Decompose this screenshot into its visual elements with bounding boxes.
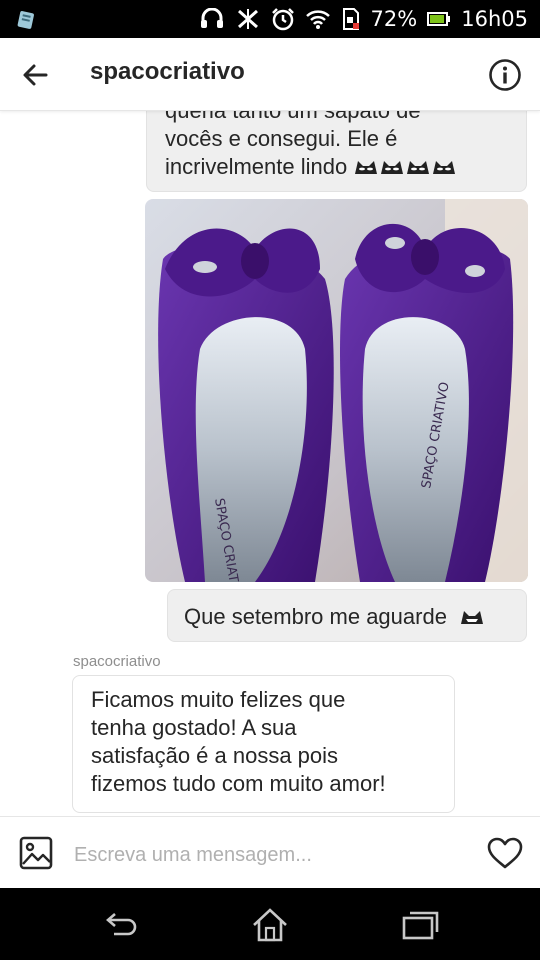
battery-icon <box>427 12 451 26</box>
sender-name: spacocriativo <box>73 653 161 670</box>
image-icon[interactable] <box>18 835 54 871</box>
message-line: incrivelmente lindo <box>165 154 348 179</box>
cat-emoji-icon <box>407 161 430 174</box>
message-bubble-incoming[interactable]: Ficamos muito felizes que tenha gostado!… <box>72 675 455 813</box>
wifi-icon <box>305 10 330 29</box>
alarm-icon <box>271 8 294 31</box>
cat-emoji-icon <box>433 161 456 174</box>
message-thread[interactable]: queria tanto um sapato de vocês e conseg… <box>0 110 540 816</box>
conversation-header: spacocriativo <box>0 38 540 111</box>
arrow-left-icon[interactable] <box>18 58 52 92</box>
sim-icon <box>342 8 359 30</box>
back-icon[interactable] <box>100 906 140 944</box>
info-icon[interactable] <box>488 58 522 92</box>
message-line: satisfação é a nossa pois <box>91 743 339 768</box>
heart-icon[interactable] <box>486 835 524 871</box>
recents-icon[interactable] <box>400 906 440 944</box>
message-line: fizemos tudo com muito amor! <box>91 771 386 796</box>
headset-icon <box>200 8 223 28</box>
clipboard-icon <box>17 11 34 29</box>
system-navigation-bar <box>0 888 540 960</box>
message-line: tenha gostado! A sua <box>91 715 297 740</box>
message-bubble-outgoing[interactable]: Que setembro me aguarde <box>167 589 527 642</box>
conversation-title[interactable]: spacocriativo <box>90 58 245 86</box>
cat-emoji-icon <box>381 161 404 174</box>
message-line: Ficamos muito felizes que <box>91 687 346 712</box>
message-line-with-emoji: incrivelmente lindo <box>165 153 508 181</box>
message-text: Que setembro me aguarde <box>184 604 447 629</box>
home-icon[interactable] <box>250 906 290 944</box>
clock: 16h05 <box>461 7 528 31</box>
message-line: vocês e consegui. Ele é <box>165 126 398 151</box>
message-input[interactable] <box>72 839 466 871</box>
status-bar: 72% 16h05 <box>0 0 540 38</box>
grinning-cat-emoji-icon <box>461 611 484 624</box>
message-line: queria tanto um sapato de <box>165 110 421 123</box>
cat-emoji-icon <box>355 161 378 174</box>
shared-photo-shoes[interactable]: SPAÇO CRIATIVO SPAÇO CRIATIVO <box>145 199 528 582</box>
signal-off-icon <box>237 9 258 29</box>
shoes-photo-image: SPAÇO CRIATIVO SPAÇO CRIATIVO <box>145 199 528 582</box>
message-bubble-incoming[interactable]: queria tanto um sapato de vocês e conseg… <box>146 110 527 192</box>
message-composer <box>0 816 540 889</box>
battery-percent: 72% <box>370 7 418 31</box>
